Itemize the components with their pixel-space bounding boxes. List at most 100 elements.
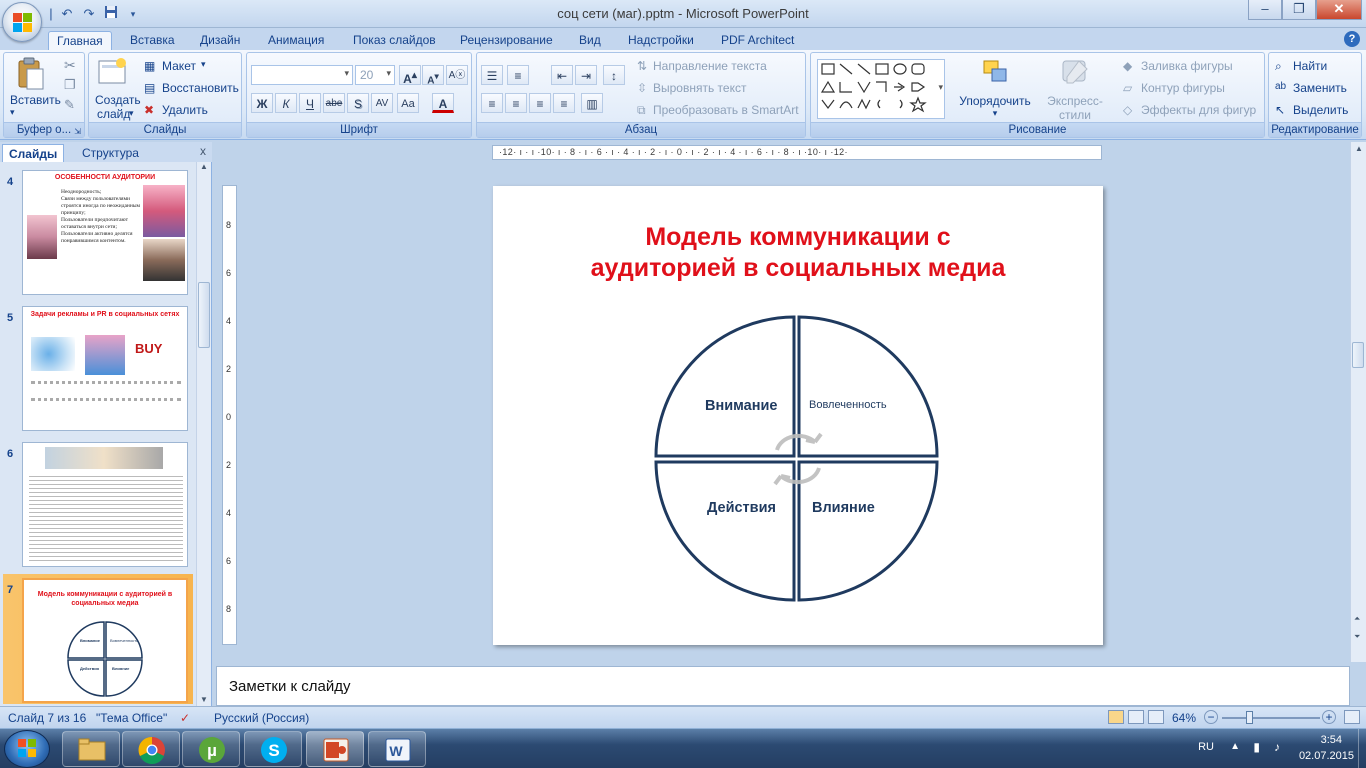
decrease-indent-icon[interactable]: ⇤	[551, 65, 573, 85]
editor-scrollbar[interactable]: ▲ ⏶ ⏷	[1350, 142, 1366, 662]
copy-icon[interactable]: ❐	[64, 77, 76, 93]
align-left-icon[interactable]: ≡	[481, 93, 503, 113]
smartart-button[interactable]: Преобразовать в SmartArt	[653, 103, 799, 117]
zoom-slider[interactable]	[1222, 711, 1320, 724]
numbering-icon[interactable]: ≡	[507, 65, 529, 85]
scroll-up-icon[interactable]: ▲	[200, 162, 208, 171]
shapes-gallery[interactable]: ▾	[817, 59, 945, 119]
tab-outline[interactable]: Структура	[76, 144, 145, 162]
scroll-down-icon[interactable]: ▼	[200, 695, 208, 704]
language-indicator[interactable]: RU	[1198, 741, 1214, 753]
office-button[interactable]	[2, 2, 42, 42]
minimize-button[interactable]: –	[1248, 0, 1282, 20]
spellcheck-icon[interactable]: ✓	[180, 711, 190, 725]
slide-thumbnail-6[interactable]	[22, 442, 188, 567]
tab-pdf-architect[interactable]: PDF Architect	[713, 31, 802, 50]
bullets-icon[interactable]: ☰	[481, 65, 503, 85]
tab-design[interactable]: Дизайн	[192, 31, 248, 50]
clock-date[interactable]: 02.07.2015	[1299, 750, 1354, 762]
zoom-out-icon[interactable]: −	[1204, 710, 1218, 724]
taskbar-word[interactable]: W	[368, 731, 426, 767]
slideshow-view-icon[interactable]	[1148, 710, 1164, 724]
tab-view[interactable]: Вид	[571, 31, 609, 50]
clear-format-icon[interactable]: Aⓧ	[446, 65, 468, 85]
font-name-dropdown-icon[interactable]: ▾	[344, 68, 349, 79]
find-button[interactable]: Найти	[1293, 59, 1327, 73]
layout-dropdown-icon[interactable]: ▾	[201, 59, 206, 70]
close-panel-icon[interactable]: x	[200, 144, 206, 158]
tab-slides[interactable]: Слайды	[2, 144, 65, 162]
normal-view-icon[interactable]	[1108, 710, 1124, 724]
underline-button[interactable]: Ч	[299, 93, 321, 113]
shadow-button[interactable]: S	[347, 93, 369, 113]
zoom-in-icon[interactable]: +	[1322, 710, 1336, 724]
bold-button[interactable]: Ж	[251, 93, 273, 113]
increase-indent-icon[interactable]: ⇥	[575, 65, 597, 85]
paste-dropdown-icon[interactable]: ▾	[10, 107, 15, 118]
panel-scroll-thumb[interactable]	[198, 282, 210, 348]
strikethrough-button[interactable]: abe	[323, 93, 345, 113]
font-name-combo[interactable]: ▾	[251, 65, 353, 85]
replace-button[interactable]: Заменить	[1293, 81, 1347, 95]
tab-animation[interactable]: Анимация	[260, 31, 332, 50]
italic-button[interactable]: К	[275, 93, 297, 113]
quick-styles-button[interactable]: Экспресс-стили ▾	[1033, 57, 1117, 132]
tab-review[interactable]: Рецензирование	[452, 31, 561, 50]
new-slide-dropdown-icon[interactable]: ▾	[129, 108, 134, 119]
taskbar-powerpoint[interactable]	[306, 731, 364, 767]
justify-icon[interactable]: ≡	[553, 93, 575, 113]
close-button[interactable]: ✕	[1316, 0, 1362, 20]
reset-button[interactable]: Восстановить	[162, 81, 239, 95]
notes-pane[interactable]: Заметки к слайду	[216, 666, 1350, 706]
panel-scrollbar[interactable]: ▲ ▼	[196, 162, 211, 706]
tab-insert[interactable]: Вставка	[122, 31, 183, 50]
fit-to-window-icon[interactable]	[1344, 710, 1360, 724]
align-center-icon[interactable]: ≡	[505, 93, 527, 113]
slide-thumbnail-4[interactable]: ОСОБЕННОСТИ АУДИТОРИИ Неоднородность; Св…	[22, 170, 188, 295]
start-button[interactable]	[4, 730, 50, 768]
new-slide-label-2[interactable]: слайд	[97, 107, 130, 121]
shape-effects-button[interactable]: Эффекты для фигур	[1141, 103, 1256, 117]
paste-label[interactable]: Вставить	[10, 93, 61, 107]
network-icon[interactable]: ▮	[1253, 740, 1260, 754]
theme-name[interactable]: "Тема Office"	[96, 711, 167, 725]
font-size-dropdown-icon[interactable]: ▾	[386, 68, 391, 79]
shape-fill-button[interactable]: Заливка фигуры	[1141, 59, 1233, 73]
taskbar-utorrent[interactable]: µ	[182, 731, 240, 767]
slide-thumbnail-7[interactable]: Модель коммуникации с аудиторией в социа…	[22, 578, 188, 703]
paste-button[interactable]	[10, 57, 50, 94]
dialog-launcher-icon[interactable]: ⇲	[74, 127, 81, 136]
tab-addins[interactable]: Надстройки	[620, 31, 702, 50]
layout-button[interactable]: Макет	[162, 59, 196, 73]
select-button[interactable]: Выделить	[1293, 103, 1348, 117]
line-spacing-icon[interactable]: ↕	[603, 65, 625, 85]
editor-scroll-thumb[interactable]	[1352, 342, 1364, 368]
slide-canvas[interactable]: Модель коммуникации с аудиторией в социа…	[493, 186, 1103, 645]
align-text-button[interactable]: Выровнять текст	[653, 81, 746, 95]
show-desktop-button[interactable]	[1358, 729, 1366, 768]
notes-placeholder[interactable]: Заметки к слайду	[229, 678, 351, 695]
volume-icon[interactable]: ♪	[1274, 740, 1280, 754]
arrange-button[interactable]: Упорядочить ▾	[959, 57, 1031, 121]
shapes-more-icon[interactable]: ▾	[938, 82, 943, 93]
restore-button[interactable]: ❐	[1282, 0, 1316, 20]
change-case-button[interactable]: Aa	[397, 93, 419, 113]
help-icon[interactable]: ?	[1344, 31, 1360, 47]
zoom-level[interactable]: 64%	[1172, 711, 1196, 725]
text-direction-button[interactable]: Направление текста	[653, 59, 767, 73]
font-size-combo[interactable]: 20 ▾	[355, 65, 395, 85]
slide-thumbnail-5[interactable]: Задачи рекламы и PR в социальных сетях B…	[22, 306, 188, 431]
tab-slideshow[interactable]: Показ слайдов	[345, 31, 444, 50]
shape-outline-button[interactable]: Контур фигуры	[1141, 81, 1225, 95]
new-slide-label-1[interactable]: Создать	[95, 93, 141, 107]
taskbar-skype[interactable]: S	[244, 731, 302, 767]
scroll-up-icon[interactable]: ▲	[1355, 144, 1363, 153]
delete-button[interactable]: Удалить	[162, 103, 208, 117]
cut-icon[interactable]: ✂	[64, 57, 76, 74]
slide-sorter-icon[interactable]	[1128, 710, 1144, 724]
char-spacing-button[interactable]: AV	[371, 93, 393, 113]
zoom-slider-thumb[interactable]	[1246, 711, 1253, 724]
taskbar-chrome[interactable]	[122, 731, 180, 767]
tab-home[interactable]: Главная	[48, 31, 112, 50]
clock-time[interactable]: 3:54	[1321, 734, 1342, 746]
